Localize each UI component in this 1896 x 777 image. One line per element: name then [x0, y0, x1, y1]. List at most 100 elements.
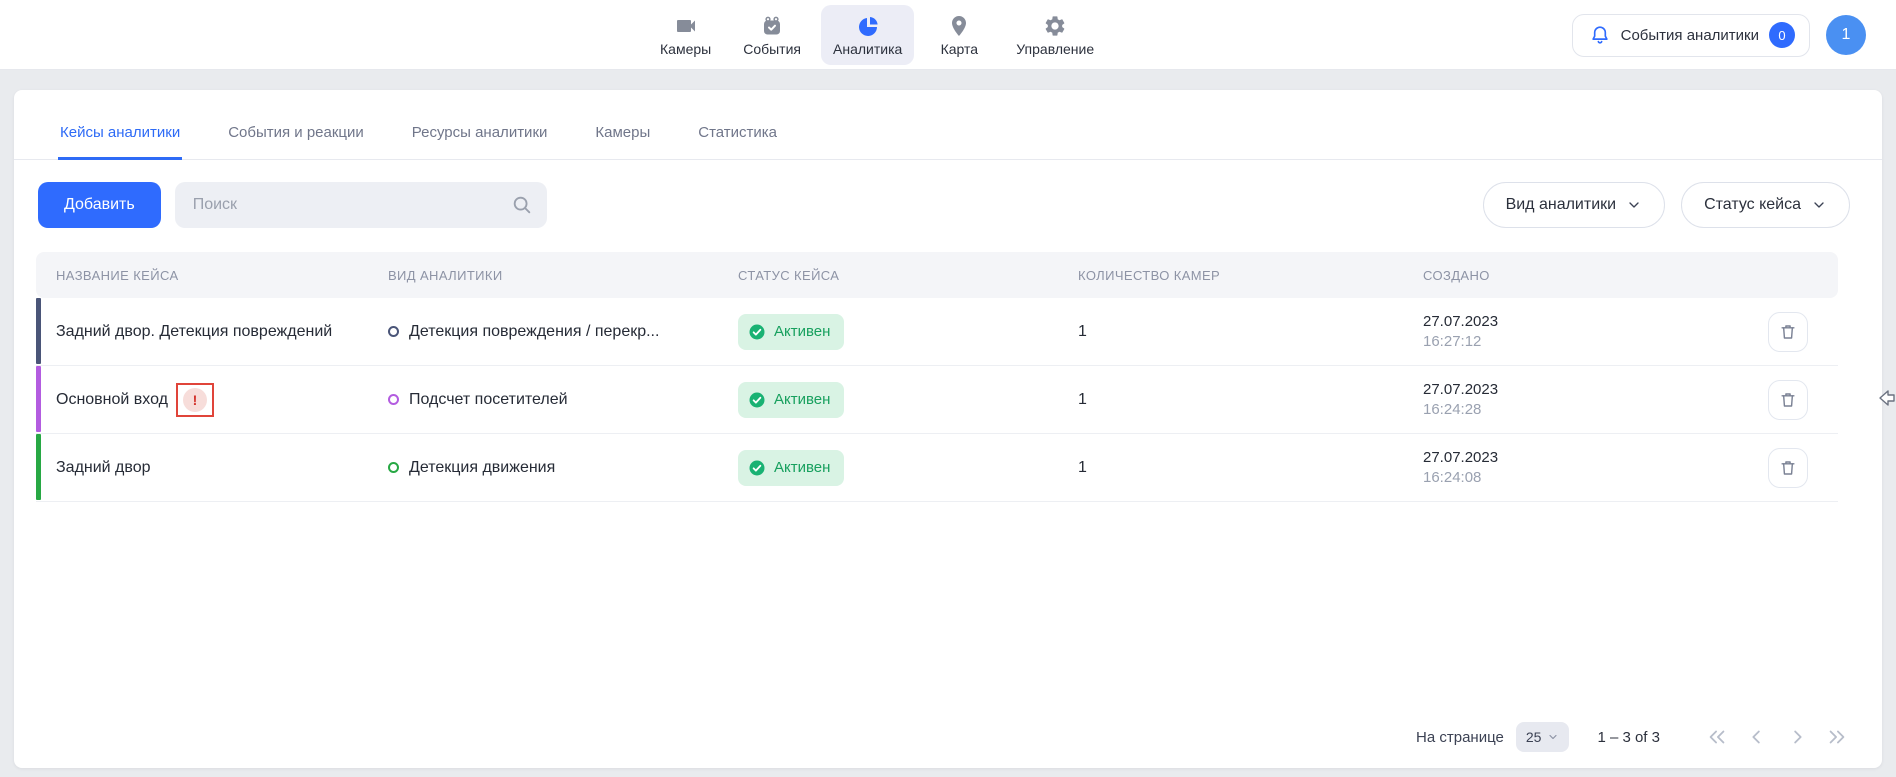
- analytics-events-button[interactable]: События аналитики 0: [1572, 14, 1810, 57]
- delete-case-button[interactable]: [1768, 380, 1808, 420]
- chevron-left-icon: [1746, 726, 1768, 748]
- tab-cameras[interactable]: Камеры: [593, 114, 652, 160]
- per-page-control: На странице 25: [1416, 722, 1569, 752]
- add-button[interactable]: Добавить: [38, 182, 161, 228]
- status-badge: Активен: [738, 450, 844, 486]
- table-row[interactable]: Задний двор. Детекция повреждений Детекц…: [36, 298, 1838, 366]
- table-row[interactable]: Задний двор Детекция движения Активен 1 …: [36, 434, 1838, 502]
- created-time: 16:24:08: [1423, 469, 1768, 486]
- analytics-type-ring-icon: [388, 462, 399, 473]
- case-status-cell: Активен: [738, 314, 1078, 350]
- nav-item-events[interactable]: События: [731, 5, 813, 65]
- analytics-type-ring-icon: [388, 326, 399, 337]
- check-circle-icon: [748, 459, 766, 477]
- column-header-status: СТАТУС КЕЙСА: [738, 268, 1078, 283]
- check-circle-icon: [748, 391, 766, 409]
- status-badge: Активен: [738, 314, 844, 350]
- camera-count: 1: [1078, 459, 1423, 477]
- per-page-select[interactable]: 25: [1516, 722, 1570, 752]
- gear-icon: [1043, 14, 1067, 38]
- trash-icon: [1778, 390, 1798, 410]
- created-cell: 27.07.2023 16:27:12: [1423, 313, 1768, 350]
- pagination-controls: [1702, 722, 1852, 752]
- video-camera-icon: [674, 14, 698, 38]
- created-date: 27.07.2023: [1423, 313, 1768, 330]
- toolbar: Добавить Вид аналитики Статус кейса: [14, 160, 1882, 246]
- previous-page-button[interactable]: [1742, 722, 1772, 752]
- case-analytics-type: Детекция движения: [388, 459, 738, 477]
- table-header-row: НАЗВАНИЕ КЕЙСА ВИД АНАЛИТИКИ СТАТУС КЕЙС…: [36, 252, 1838, 298]
- delete-case-button[interactable]: [1768, 448, 1808, 488]
- topbar-right: События аналитики 0 1: [1572, 0, 1866, 70]
- trash-icon: [1778, 458, 1798, 478]
- case-name: Основной вход !: [36, 383, 388, 417]
- nav-item-analytics[interactable]: Аналитика: [821, 5, 914, 65]
- main-navigation: Камеры События Аналитика Карта Управлени: [648, 0, 1106, 70]
- tab-analytics-cases[interactable]: Кейсы аналитики: [58, 114, 182, 160]
- chevron-right-icon: [1786, 726, 1808, 748]
- tab-events-reactions[interactable]: События и реакции: [226, 114, 366, 160]
- chevron-down-icon: [1626, 197, 1642, 213]
- user-avatar[interactable]: 1: [1826, 15, 1866, 55]
- analytics-cases-panel: Кейсы аналитики События и реакции Ресурс…: [14, 90, 1882, 768]
- nav-item-map[interactable]: Карта: [922, 5, 996, 65]
- analytics-events-label: События аналитики: [1621, 27, 1759, 44]
- notification-count-badge: 0: [1769, 22, 1795, 48]
- nav-label: Управление: [1016, 41, 1094, 57]
- case-analytics-type: Детекция повреждения / перекр...: [388, 323, 738, 341]
- events-icon: [760, 14, 784, 38]
- check-circle-icon: [748, 323, 766, 341]
- created-cell: 27.07.2023 16:24:08: [1423, 449, 1768, 486]
- table-footer: На странице 25 1 – 3 of 3: [14, 706, 1882, 768]
- warning-highlight-box: !: [176, 383, 214, 417]
- last-page-button[interactable]: [1822, 722, 1852, 752]
- chevron-down-icon: [1811, 197, 1827, 213]
- case-status-cell: Активен: [738, 382, 1078, 418]
- top-bar: Камеры События Аналитика Карта Управлени: [0, 0, 1896, 70]
- column-header-name: НАЗВАНИЕ КЕЙСА: [36, 268, 388, 283]
- per-page-value: 25: [1526, 729, 1542, 745]
- nav-label: Камеры: [660, 41, 711, 57]
- tab-statistics[interactable]: Статистика: [696, 114, 779, 160]
- created-time: 16:27:12: [1423, 333, 1768, 350]
- per-page-label: На странице: [1416, 729, 1504, 746]
- created-cell: 27.07.2023 16:24:28: [1423, 381, 1768, 418]
- column-header-created: СОЗДАНО: [1423, 268, 1768, 283]
- case-status-filter[interactable]: Статус кейса: [1681, 182, 1850, 228]
- created-date: 27.07.2023: [1423, 449, 1768, 466]
- analytics-type-filter[interactable]: Вид аналитики: [1483, 182, 1666, 228]
- case-status-cell: Активен: [738, 450, 1078, 486]
- case-analytics-type: Подсчет посетителей: [388, 391, 738, 409]
- trash-icon: [1778, 322, 1798, 342]
- next-page-button[interactable]: [1782, 722, 1812, 752]
- search-icon[interactable]: [511, 194, 533, 216]
- analytics-type-filter-label: Вид аналитики: [1506, 196, 1617, 214]
- first-page-button[interactable]: [1702, 722, 1732, 752]
- search-input[interactable]: [175, 182, 547, 228]
- created-time: 16:24:28: [1423, 401, 1768, 418]
- nav-item-management[interactable]: Управление: [1004, 5, 1106, 65]
- camera-count: 1: [1078, 391, 1423, 409]
- created-date: 27.07.2023: [1423, 381, 1768, 398]
- tab-bar: Кейсы аналитики События и реакции Ресурс…: [14, 90, 1882, 160]
- mouse-cursor: [1878, 388, 1896, 408]
- pie-chart-icon: [856, 14, 880, 38]
- delete-case-button[interactable]: [1768, 312, 1808, 352]
- case-status-filter-label: Статус кейса: [1704, 196, 1801, 214]
- analytics-type-ring-icon: [388, 394, 399, 405]
- nav-label: События: [743, 41, 801, 57]
- status-badge: Активен: [738, 382, 844, 418]
- search-box: [175, 182, 547, 228]
- double-chevron-left-icon: [1706, 726, 1728, 748]
- table-row[interactable]: Основной вход ! Подсчет посетителей Акти…: [36, 366, 1838, 434]
- warning-icon: !: [183, 388, 207, 412]
- pagination-range: 1 – 3 of 3: [1597, 729, 1660, 746]
- case-name: Задний двор: [36, 459, 388, 477]
- nav-label: Карта: [941, 41, 978, 57]
- cases-table: НАЗВАНИЕ КЕЙСА ВИД АНАЛИТИКИ СТАТУС КЕЙС…: [36, 252, 1838, 502]
- bell-icon: [1589, 24, 1611, 46]
- chevron-down-icon: [1547, 731, 1559, 743]
- nav-item-cameras[interactable]: Камеры: [648, 5, 723, 65]
- column-header-cameras: КОЛИЧЕСТВО КАМЕР: [1078, 268, 1423, 283]
- tab-analytics-resources[interactable]: Ресурсы аналитики: [410, 114, 550, 160]
